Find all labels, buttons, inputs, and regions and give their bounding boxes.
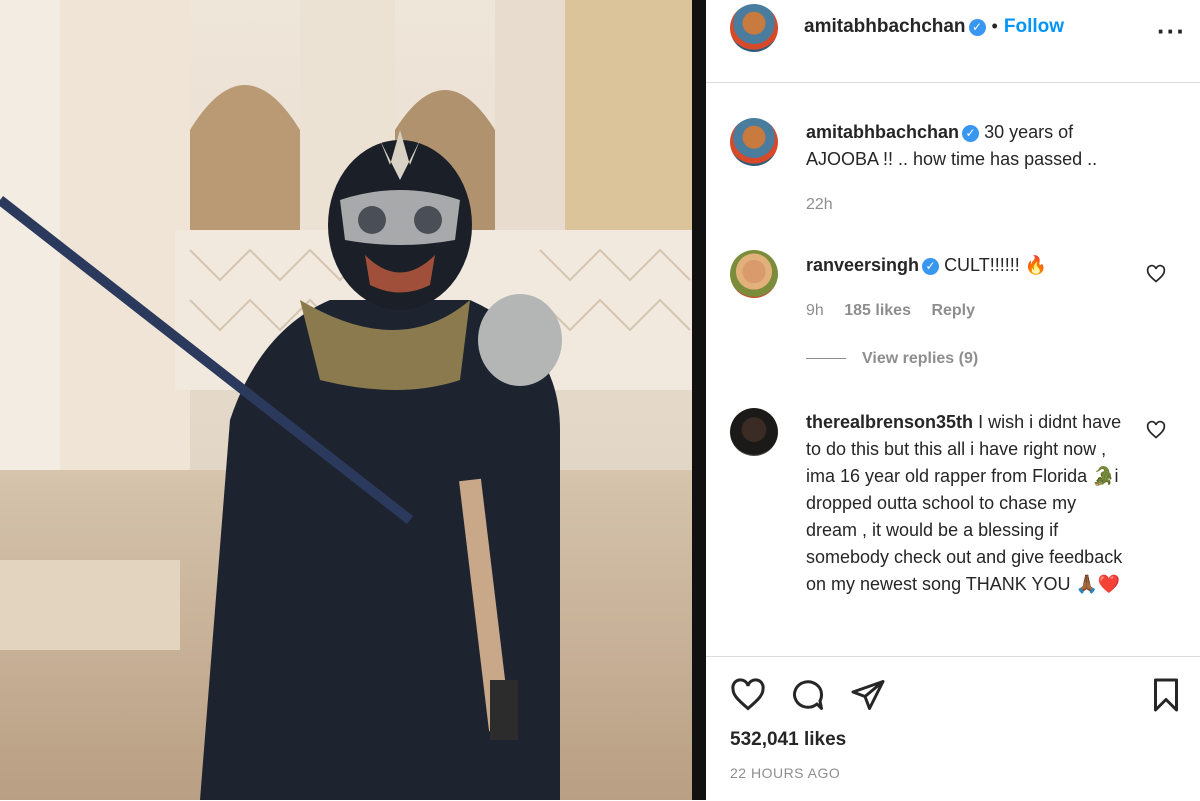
comment-meta: 9h 185 likes Reply <box>806 302 991 320</box>
follow-button[interactable]: Follow <box>1004 16 1064 37</box>
post-actions: 532,041 likes 22 HOURS AGO <box>706 656 1200 801</box>
verified-badge-icon: ✓ <box>968 19 986 37</box>
caption-time: 22h <box>806 196 833 213</box>
author-avatar[interactable] <box>730 4 778 52</box>
separator-dot: • <box>991 16 998 36</box>
post-timestamp: 22 HOURS AGO <box>730 765 841 781</box>
post-header: amitabhbachchan ✓ • Follow ··· <box>706 0 1200 83</box>
comment-time: 9h <box>806 302 824 319</box>
comment-text: CULT!!!!!! 🔥 <box>944 255 1048 275</box>
more-options-icon[interactable]: ··· <box>1157 16 1186 47</box>
comment-username[interactable]: ranveersingh <box>806 255 919 275</box>
verified-badge-icon: ✓ <box>962 124 980 142</box>
comment-item: ranveersingh ✓ CULT!!!!!! 🔥 <box>806 252 1146 279</box>
caption: amitabhbachchan ✓ 30 years of AJOOBA !! .… <box>806 119 1136 173</box>
comment-like-heart-icon[interactable] <box>1146 420 1166 440</box>
comment-like-heart-icon[interactable] <box>1146 264 1166 284</box>
post-image <box>0 0 692 800</box>
likes-count[interactable]: 532,041 likes <box>730 729 846 751</box>
view-replies-button[interactable]: View replies (9) <box>806 350 978 368</box>
panel-divider <box>692 0 706 800</box>
author-username[interactable]: amitabhbachchan <box>804 16 966 37</box>
comment-bubble-icon[interactable] <box>790 677 826 713</box>
bookmark-icon[interactable] <box>1148 677 1184 713</box>
replies-line <box>806 358 846 360</box>
comment-likes[interactable]: 185 likes <box>844 302 911 319</box>
post-sidebar: amitabhbachchan ✓ • Follow ··· amitabhbachc… <box>706 0 1200 800</box>
comment-avatar[interactable] <box>730 408 778 456</box>
comment-avatar[interactable] <box>730 250 778 298</box>
verified-badge-icon: ✓ <box>922 257 940 275</box>
comment-item: therealbrenson35th I wish i didnt have t… <box>806 409 1126 598</box>
caption-username[interactable]: amitabhbachchan <box>806 122 959 142</box>
paper-plane-icon[interactable] <box>850 677 886 713</box>
comment-username[interactable]: therealbrenson35th <box>806 412 973 432</box>
caption-meta: 22h <box>806 196 849 214</box>
author-line: amitabhbachchan ✓ • Follow <box>804 16 1064 38</box>
heart-icon[interactable] <box>730 677 766 713</box>
reply-button[interactable]: Reply <box>931 302 975 319</box>
post-photo[interactable] <box>0 0 692 800</box>
view-replies-label: View replies (9) <box>862 350 979 367</box>
caption-avatar[interactable] <box>730 118 778 166</box>
comment-text: I wish i didnt have to do this but this … <box>806 412 1123 594</box>
